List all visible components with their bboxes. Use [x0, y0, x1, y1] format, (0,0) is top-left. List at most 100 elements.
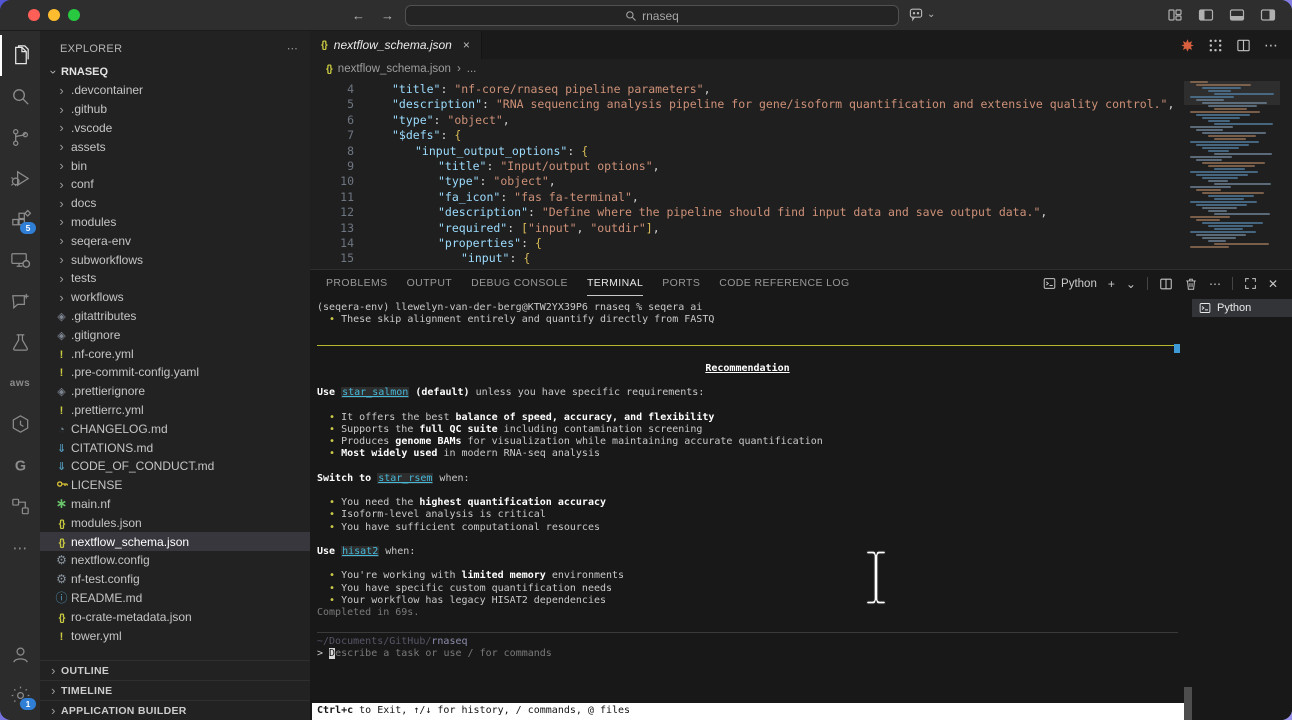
- tree-item--vscode[interactable]: ›.vscode: [40, 119, 310, 138]
- segment-p: :: [521, 236, 535, 250]
- toggle-primary-sidebar-icon[interactable]: [1198, 7, 1214, 23]
- launch-profile[interactable]: Python: [1043, 277, 1097, 290]
- activity-run-debug[interactable]: [0, 158, 40, 199]
- tree-item-citations-md[interactable]: ⇓CITATIONS.md: [40, 438, 310, 457]
- activity-remote-ai[interactable]: [0, 240, 40, 281]
- minimize-window-button[interactable]: [48, 9, 60, 21]
- terminal[interactable]: (seqera-env) llewelyn-van-der-berg@KTW2Y…: [310, 297, 1192, 720]
- tree-item-tests[interactable]: ›tests: [40, 269, 310, 288]
- panel-tab-problems[interactable]: PROBLEMS: [326, 270, 388, 296]
- panel-tab-output[interactable]: OUTPUT: [407, 270, 453, 296]
- tree-item--devcontainer[interactable]: ›.devcontainer: [40, 81, 310, 100]
- sidebar-section-timeline[interactable]: ›TIMELINE: [40, 680, 310, 700]
- activity-aws[interactable]: aws: [0, 363, 40, 404]
- activity-chat[interactable]: [0, 281, 40, 322]
- tree-item--gitattributes[interactable]: ◈.gitattributes: [40, 307, 310, 326]
- tree-root-rnaseq[interactable]: › RNASEQ: [40, 62, 310, 81]
- activity-more[interactable]: ⋯: [0, 527, 40, 568]
- activity-search[interactable]: [0, 76, 40, 117]
- activity-testing[interactable]: [0, 322, 40, 363]
- minimap-line: [1196, 144, 1249, 146]
- tree-item-nf-test-config[interactable]: ⚙nf-test.config: [40, 570, 310, 589]
- tree-item-license[interactable]: LICENSE: [40, 476, 310, 495]
- tree-item-tower-yml[interactable]: !tower.yml: [40, 626, 310, 645]
- editor-more-actions-icon[interactable]: ⋯: [1264, 37, 1278, 54]
- launch-profile-chevron-icon[interactable]: ⌄: [1126, 277, 1136, 291]
- terminal-list-item-python[interactable]: Python: [1192, 299, 1292, 317]
- tree-item-bin[interactable]: ›bin: [40, 156, 310, 175]
- tree-item-workflows[interactable]: ›workflows: [40, 288, 310, 307]
- tree-item--nf-core-yml[interactable]: !.nf-core.yml: [40, 344, 310, 363]
- segment-br: ]: [646, 221, 653, 235]
- activity-source-control[interactable]: [0, 117, 40, 158]
- tree-item-modules-json[interactable]: {}modules.json: [40, 513, 310, 532]
- run-flame-icon[interactable]: [1180, 38, 1195, 53]
- tree-item-conf[interactable]: ›conf: [40, 175, 310, 194]
- segment-b: Most widely used: [341, 448, 437, 459]
- tree-item--prettierignore[interactable]: ◈.prettierignore: [40, 382, 310, 401]
- tab-nextflow-schema[interactable]: {} nextflow_schema.json ×: [310, 31, 482, 59]
- tree-item-label: .nf-core.yml: [71, 347, 134, 361]
- history-forward-icon[interactable]: →: [381, 8, 394, 23]
- kill-terminal-trash-icon[interactable]: [1184, 277, 1198, 291]
- panel-tab-debug-console[interactable]: DEBUG CONSOLE: [471, 270, 568, 296]
- gitlens-icon: G: [9, 454, 32, 477]
- tree-item-nextflow-schema-json[interactable]: {}nextflow_schema.json: [40, 532, 310, 551]
- toggle-secondary-sidebar-icon[interactable]: [1260, 7, 1276, 23]
- segment-p: :: [500, 190, 514, 204]
- tree-item-docs[interactable]: ›docs: [40, 194, 310, 213]
- activity-seqera[interactable]: [0, 404, 40, 445]
- terminal-scrollbar[interactable]: [1184, 687, 1192, 720]
- tree-item-seqera-env[interactable]: ›seqera-env: [40, 231, 310, 250]
- panel-tab-ports[interactable]: PORTS: [662, 270, 700, 296]
- tree-item-modules[interactable]: ›modules: [40, 213, 310, 232]
- toggle-panel-icon[interactable]: [1229, 7, 1245, 23]
- command-center-search[interactable]: rnaseq: [405, 5, 899, 26]
- close-window-button[interactable]: [28, 9, 40, 21]
- tree-item-assets[interactable]: ›assets: [40, 137, 310, 156]
- split-editor-icon[interactable]: [1236, 38, 1251, 53]
- tree-item--gitignore[interactable]: ◈.gitignore: [40, 325, 310, 344]
- tree-item--prettierrc-yml[interactable]: !.prettierrc.yml: [40, 401, 310, 420]
- panel-tab-terminal[interactable]: TERMINAL: [587, 270, 643, 296]
- terminal-input-area[interactable]: ~/Documents/GitHub/rnaseq > Describe a t…: [317, 632, 1178, 660]
- customize-layout-icon[interactable]: [1167, 7, 1183, 23]
- activity-settings[interactable]: 1: [0, 675, 40, 716]
- tree-item-main-nf[interactable]: ∗main.nf: [40, 495, 310, 514]
- panel-tab-code-reference-log[interactable]: CODE REFERENCE LOG: [719, 270, 849, 296]
- tree-item--github[interactable]: ›.github: [40, 100, 310, 119]
- breadcrumb-more: ...: [467, 63, 477, 75]
- activity-extensions[interactable]: 5: [0, 199, 40, 240]
- copilot-menu[interactable]: ⌄: [908, 6, 935, 22]
- tree-item-changelog-md[interactable]: ◔CHANGELOG.md: [40, 419, 310, 438]
- tree-item-ro-crate-metadata-json[interactable]: {}ro-crate-metadata.json: [40, 607, 310, 626]
- new-terminal-icon[interactable]: +: [1108, 277, 1115, 291]
- terminal-prompt-input[interactable]: > Describe a task or use / for commands: [317, 648, 1178, 660]
- panel-more-actions-icon[interactable]: ⋯: [1209, 277, 1221, 291]
- segment-s: "fas fa-terminal": [514, 190, 632, 204]
- minimap[interactable]: [1184, 81, 1280, 269]
- activity-symbols[interactable]: [0, 486, 40, 527]
- tree-item-code-of-conduct-md[interactable]: ⇓CODE_OF_CONDUCT.md: [40, 457, 310, 476]
- tree-item-readme-md[interactable]: ⓘREADME.md: [40, 589, 310, 608]
- tree-item-nextflow-config[interactable]: ⚙nextflow.config: [40, 551, 310, 570]
- breadcrumb[interactable]: {} nextflow_schema.json › ...: [310, 59, 1292, 79]
- segment: You have sufficient computational resour…: [335, 522, 600, 533]
- maximize-panel-icon[interactable]: [1244, 277, 1257, 290]
- split-terminal-icon[interactable]: [1159, 277, 1173, 291]
- activity-gitlens[interactable]: G: [0, 445, 40, 486]
- sidebar-section-application-builder[interactable]: ›APPLICATION BUILDER: [40, 700, 310, 720]
- code-editor[interactable]: 4"title": "nf-core/rnaseq pipeline param…: [310, 79, 1292, 269]
- activity-accounts[interactable]: [0, 634, 40, 675]
- history-back-icon[interactable]: ←: [352, 8, 365, 23]
- yml-icon: !: [52, 629, 71, 643]
- tree-item--pre-commit-config-yaml[interactable]: !.pre-commit-config.yaml: [40, 363, 310, 382]
- beautify-cells-icon[interactable]: [1208, 38, 1223, 53]
- tree-item-subworkflows[interactable]: ›subworkflows: [40, 250, 310, 269]
- close-tab-icon[interactable]: ×: [463, 38, 470, 52]
- zoom-window-button[interactable]: [68, 9, 80, 21]
- sidebar-section-outline[interactable]: ›OUTLINE: [40, 660, 310, 680]
- explorer-more-actions-icon[interactable]: ⋯: [287, 42, 298, 55]
- close-panel-icon[interactable]: ✕: [1268, 277, 1278, 291]
- activity-explorer[interactable]: [0, 35, 40, 76]
